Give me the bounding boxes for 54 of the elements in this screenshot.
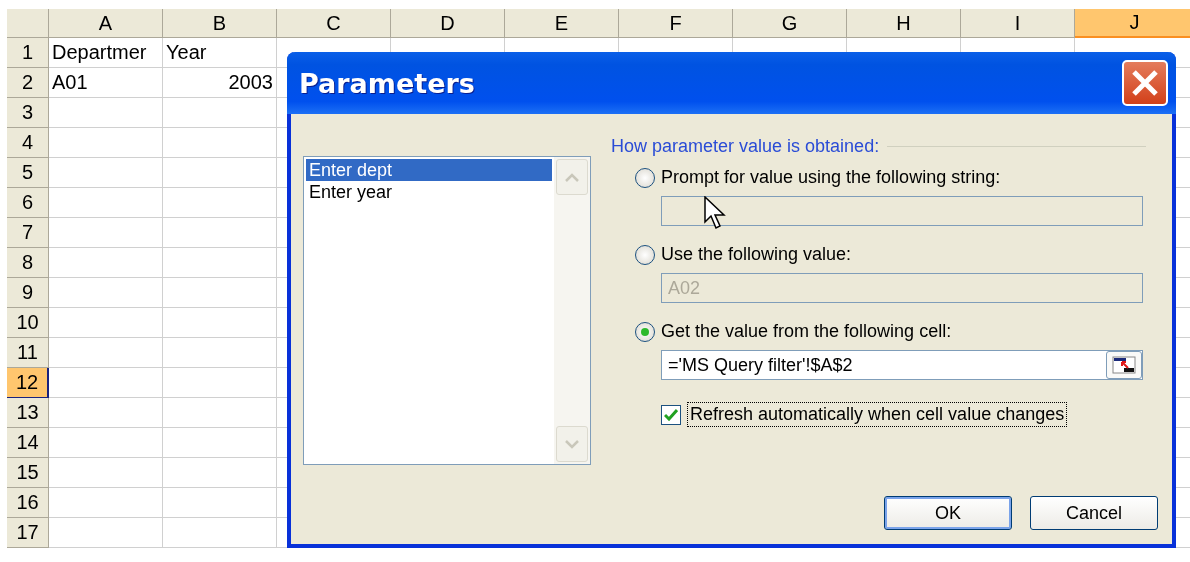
column-header[interactable]: I — [961, 9, 1075, 38]
chevron-down-icon — [565, 439, 579, 449]
row-header[interactable]: 10 — [7, 308, 49, 338]
column-header[interactable]: G — [733, 9, 847, 38]
option-label[interactable]: Use the following value: — [661, 244, 852, 265]
dialog-button[interactable]: Cancel — [1030, 496, 1158, 530]
row-header[interactable]: 5 — [7, 158, 49, 188]
collapse-dialog-icon — [1112, 356, 1136, 374]
row-header[interactable]: 6 — [7, 188, 49, 218]
row-header[interactable]: 12 — [7, 368, 49, 398]
table-cell: A01 — [49, 68, 163, 98]
option-label[interactable]: Prompt for value using the following string: — [661, 167, 1001, 188]
row-header[interactable]: 4 — [7, 128, 49, 158]
row-header[interactable]: 15 — [7, 458, 49, 488]
column-header[interactable]: D — [391, 9, 505, 38]
radio-button[interactable] — [635, 244, 655, 265]
column-header[interactable]: F — [619, 9, 733, 38]
input-field[interactable]: ='MS Query filter'!$A$2 — [661, 350, 1143, 380]
check-icon — [664, 408, 678, 421]
close-icon — [1130, 68, 1160, 98]
row-header[interactable]: 2 — [7, 68, 49, 98]
row-header[interactable]: 7 — [7, 218, 49, 248]
row-header[interactable]: 9 — [7, 278, 49, 308]
cell-picker-button[interactable] — [1106, 351, 1142, 379]
table-cell: Departmer — [49, 38, 163, 68]
row-header[interactable]: 17 — [7, 518, 49, 548]
column-header[interactable]: E — [505, 9, 619, 38]
row-header[interactable]: 14 — [7, 428, 49, 458]
row-header[interactable]: 11 — [7, 338, 49, 368]
list-item[interactable]: Enter dept — [306, 159, 552, 181]
mouse-pointer-icon — [704, 196, 726, 230]
row-header[interactable]: 16 — [7, 488, 49, 518]
close-button[interactable] — [1122, 60, 1168, 106]
column-header[interactable]: B — [163, 9, 277, 38]
list-item[interactable]: Enter year — [306, 181, 552, 203]
row-header[interactable]: 1 — [7, 38, 49, 68]
column-header[interactable]: H — [847, 9, 961, 38]
column-header[interactable]: C — [277, 9, 391, 38]
group-label: How parameter value is obtained: — [611, 136, 880, 157]
dialog-button[interactable]: OK — [884, 496, 1012, 530]
checkbox[interactable] — [661, 404, 681, 425]
checkbox-label[interactable]: Refresh automatically when cell value changes — [687, 402, 1068, 427]
table-cell: 2003 — [163, 68, 277, 98]
option-label[interactable]: Get the value from the following cell: — [661, 321, 952, 342]
column-header[interactable]: A — [49, 9, 163, 38]
table-cell: Year — [163, 38, 277, 68]
window-title: Parameters — [299, 67, 475, 99]
radio-button[interactable] — [635, 167, 655, 188]
row-header[interactable]: 3 — [7, 98, 49, 128]
radio-button[interactable] — [635, 321, 655, 342]
row-header[interactable]: 13 — [7, 398, 49, 428]
chevron-up-icon — [565, 172, 579, 182]
column-header[interactable]: J — [1075, 9, 1190, 38]
row-header[interactable]: 8 — [7, 248, 49, 278]
